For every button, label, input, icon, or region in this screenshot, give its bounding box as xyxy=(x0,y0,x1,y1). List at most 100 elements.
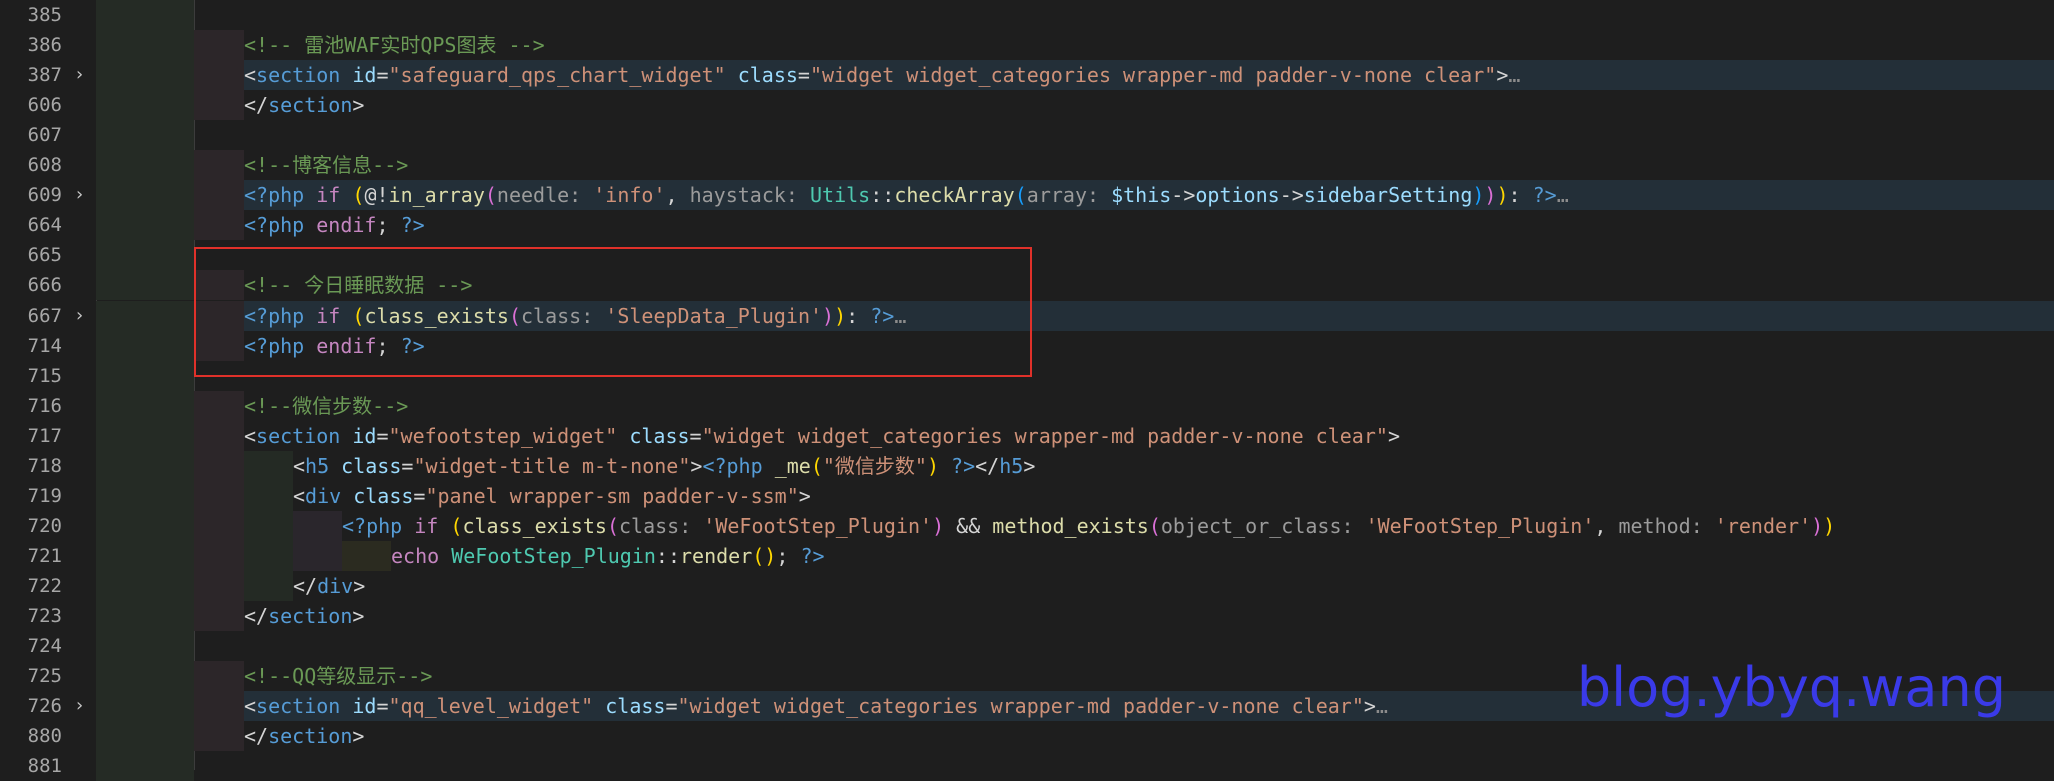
code-token: @! xyxy=(364,183,389,208)
code-token: "微信步数" xyxy=(822,453,927,478)
code-token: = xyxy=(376,423,389,448)
line-number: 723 xyxy=(27,605,62,627)
code-token: </ xyxy=(244,604,269,628)
indent-guide xyxy=(194,90,244,121)
line-number: 387 xyxy=(27,64,62,87)
code-line[interactable]: 607 xyxy=(0,120,2054,151)
indent-guide xyxy=(96,270,194,301)
indent-guide xyxy=(194,540,244,571)
code-text: <?php if (@!in_array(needle: 'info', hay… xyxy=(244,180,1569,210)
code-token: section xyxy=(256,694,341,719)
code-token: ) xyxy=(1811,513,1824,538)
code-token: if xyxy=(304,183,353,208)
code-token: section xyxy=(256,63,341,88)
code-token: render xyxy=(680,543,753,568)
code-token: <?php xyxy=(702,453,763,478)
code-token: < xyxy=(293,483,306,508)
code-token: 'info' xyxy=(593,183,666,208)
code-token: , xyxy=(1594,513,1619,538)
code-token: = xyxy=(797,63,810,88)
code-token: endif xyxy=(304,213,377,238)
code-line[interactable]: 721 echo WeFootStep_Plugin::render(); ?> xyxy=(0,540,2054,571)
code-token: needle: xyxy=(496,183,594,208)
code-text: <section id="wefootstep_widget" class="w… xyxy=(244,421,1400,451)
code-token: h5 xyxy=(999,453,1024,478)
code-token: > xyxy=(798,483,811,508)
code-token: class_exists xyxy=(462,513,607,538)
code-line[interactable]: 720 <?php if (class_exists(class: 'WeFoot… xyxy=(0,510,2054,541)
code-token: "safeguard_qps_chart_widget" xyxy=(388,63,726,88)
line-number: 665 xyxy=(27,244,62,267)
fold-chevron-icon[interactable]: › xyxy=(74,691,85,721)
code-text: <?php if (class_exists(class: 'WeFootSte… xyxy=(342,511,1835,541)
code-token: ?> xyxy=(939,453,976,478)
indent-guide xyxy=(96,631,194,662)
code-text: <h5 class="widget-title m-t-none"><?php … xyxy=(293,451,1035,481)
indent-guide xyxy=(194,390,244,421)
indent-guide xyxy=(194,180,244,211)
code-line[interactable]: 609 › <?php if (@!in_array(needle: 'info',… xyxy=(0,180,2054,211)
code-token: :: xyxy=(870,183,895,208)
line-number: 718 xyxy=(27,454,62,477)
indent-guide xyxy=(96,570,194,601)
indent-guide xyxy=(96,691,194,722)
code-token: id xyxy=(340,694,377,719)
code-line[interactable]: 387 › <section id="safeguard_qps_chart_wid… xyxy=(0,60,2054,91)
code-line[interactable]: 722 </div> xyxy=(0,570,2054,601)
indent-guide xyxy=(194,210,244,241)
line-number: 714 xyxy=(27,334,62,357)
code-token: class xyxy=(593,694,666,719)
code-token: = xyxy=(665,694,678,719)
line-number: 724 xyxy=(27,635,62,658)
code-token: ; xyxy=(776,543,801,568)
code-line[interactable]: 385 xyxy=(0,0,2054,30)
indent-guide xyxy=(342,540,391,571)
code-token: > xyxy=(1023,453,1036,478)
code-line[interactable]: 880 </section> xyxy=(0,721,2054,752)
code-token: : xyxy=(1508,183,1533,208)
fold-chevron-icon[interactable]: › xyxy=(74,60,85,90)
code-token: object_or_class: xyxy=(1160,513,1366,538)
code-token: ) xyxy=(932,513,945,538)
code-line[interactable]: 881 xyxy=(0,751,2054,781)
code-token: options xyxy=(1195,183,1280,208)
fold-chevron-icon[interactable]: › xyxy=(74,180,85,210)
code-token: "qq_level_widget" xyxy=(388,694,594,719)
code-token: echo xyxy=(391,543,452,568)
indent-guide xyxy=(244,450,293,481)
code-line[interactable]: 664 <?php endif; ?> xyxy=(0,210,2054,241)
code-line[interactable]: 716 <!--微信步数--> xyxy=(0,390,2054,421)
code-line[interactable]: 606 </section> xyxy=(0,90,2054,121)
indent-guide xyxy=(96,90,194,121)
indent-guide xyxy=(96,510,194,541)
code-line[interactable]: 386 <!-- 雷池WAF实时QPS图表 --> xyxy=(0,30,2054,61)
code-line[interactable]: 719 <div class="panel wrapper-sm padder-v… xyxy=(0,480,2054,511)
line-number: 722 xyxy=(27,574,62,597)
code-line[interactable]: 723 </section> xyxy=(0,601,2054,631)
code-text: <!--微信步数--> xyxy=(244,391,408,421)
code-token: = xyxy=(401,453,414,478)
code-editor[interactable]: 385 386 <!-- 雷池WAF实时QPS图表 --> 387 › <section … xyxy=(0,0,2054,781)
code-line[interactable]: 717 <section id="wefootstep_widget" class… xyxy=(0,420,2054,451)
code-token: > xyxy=(1363,694,1376,719)
code-token: h5 xyxy=(305,453,330,478)
code-token: < xyxy=(244,694,257,719)
indent-guide xyxy=(194,721,244,752)
code-token: ) xyxy=(1823,513,1836,538)
code-token: > xyxy=(352,93,365,118)
code-token: $this xyxy=(1111,183,1172,208)
fold-ellipsis-icon[interactable]: … xyxy=(1557,183,1569,207)
fold-ellipsis-icon[interactable]: … xyxy=(1508,63,1520,87)
code-token: Utils xyxy=(810,183,871,208)
indent-guide xyxy=(293,540,342,571)
code-text: <!-- 雷池WAF实时QPS图表 --> xyxy=(244,30,545,60)
code-line[interactable]: 608 <!--博客信息--> xyxy=(0,150,2054,181)
indent-guide xyxy=(194,661,244,692)
code-token: ) xyxy=(1472,183,1485,208)
code-text: <!--QQ等级显示--> xyxy=(244,661,432,691)
fold-ellipsis-icon[interactable]: … xyxy=(1376,694,1388,718)
indent-guide xyxy=(96,480,194,511)
fold-chevron-icon[interactable]: › xyxy=(74,301,85,331)
code-text: <?php endif; ?> xyxy=(244,210,425,240)
code-line[interactable]: 718 <h5 class="widget-title m-t-none"><?p… xyxy=(0,450,2054,481)
